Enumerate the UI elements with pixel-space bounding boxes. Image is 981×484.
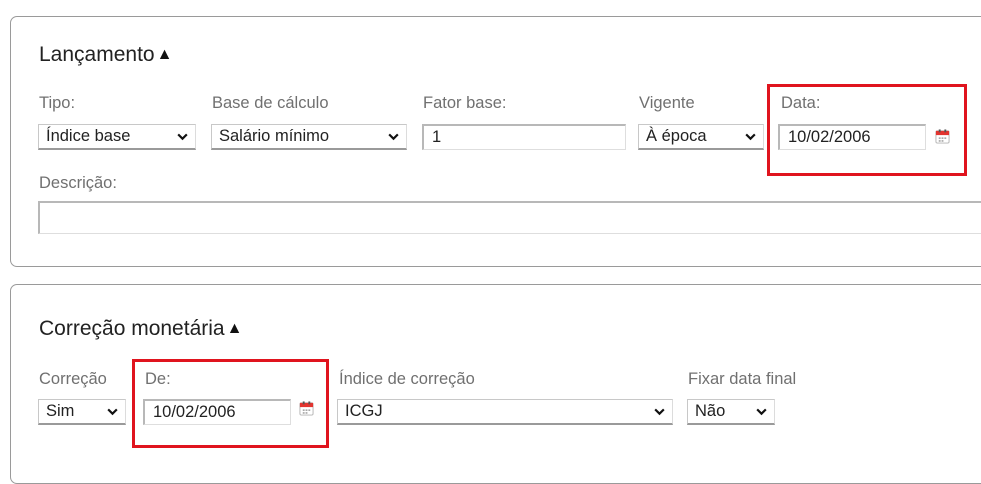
de-highlight-box xyxy=(132,359,329,448)
descricao-label: Descrição: xyxy=(39,174,117,192)
chevron-down-icon xyxy=(388,133,399,141)
fixar-data-final-label: Fixar data final xyxy=(688,370,797,388)
collapse-arrow-icon: ▲ xyxy=(226,320,243,337)
correcao-section-toggle[interactable]: Correção monetária ▲ xyxy=(39,317,242,341)
tipo-select-value: Índice base xyxy=(46,127,131,145)
chevron-down-icon xyxy=(177,133,188,141)
fixar-data-final-select[interactable]: Não xyxy=(687,399,775,425)
data-highlight-box xyxy=(767,84,967,176)
tipo-label: Tipo: xyxy=(39,94,76,112)
vigente-select-value: À época xyxy=(646,127,707,145)
correcao-select-value: Sim xyxy=(46,402,75,420)
indice-correcao-select[interactable]: ICGJ xyxy=(337,399,673,425)
vigente-select[interactable]: À época xyxy=(638,124,764,150)
descricao-input[interactable] xyxy=(38,201,981,234)
correcao-label: Correção xyxy=(39,370,107,388)
chevron-down-icon xyxy=(745,133,756,141)
fator-base-label: Fator base: xyxy=(423,94,507,112)
vigente-label: Vigente xyxy=(639,94,695,112)
tipo-select[interactable]: Índice base xyxy=(38,124,196,150)
base-calculo-select-value: Salário mínimo xyxy=(219,127,330,145)
indice-correcao-select-value: ICGJ xyxy=(345,402,383,420)
chevron-down-icon xyxy=(756,408,767,416)
correcao-select[interactable]: Sim xyxy=(38,399,126,425)
lancamento-title: Lançamento xyxy=(39,43,155,66)
collapse-arrow-icon: ▲ xyxy=(156,46,173,63)
fator-base-input[interactable]: 1 xyxy=(422,124,626,150)
lancamento-section-toggle[interactable]: Lançamento ▲ xyxy=(39,43,172,67)
fixar-data-final-value: Não xyxy=(695,402,726,420)
chevron-down-icon xyxy=(107,408,118,416)
base-calculo-label: Base de cálculo xyxy=(212,94,329,112)
chevron-down-icon xyxy=(654,408,665,416)
base-calculo-select[interactable]: Salário mínimo xyxy=(211,124,407,150)
indice-correcao-label: Índice de correção xyxy=(339,370,475,388)
correcao-title: Correção monetária xyxy=(39,317,225,340)
